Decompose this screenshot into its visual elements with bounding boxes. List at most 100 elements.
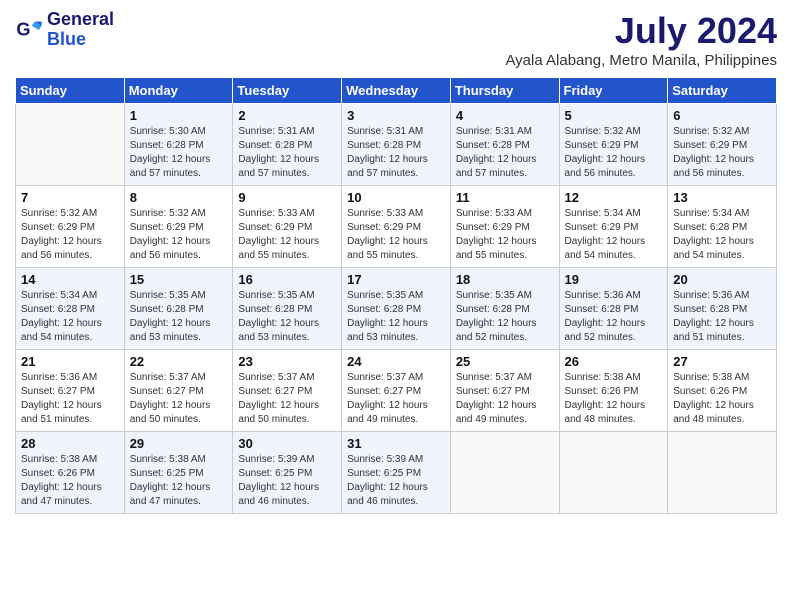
calendar-cell: 20 Sunrise: 5:36 AM Sunset: 6:28 PM Dayli… [668, 268, 777, 350]
calendar-cell: 30Sunrise: 5:39 AM Sunset: 6:25 PM Dayli… [233, 432, 342, 514]
calendar-cell: 3Sunrise: 5:31 AM Sunset: 6:28 PM Daylig… [342, 104, 451, 186]
day-info: Sunrise: 5:31 AM Sunset: 6:28 PM Dayligh… [238, 125, 336, 181]
day-info: Sunrise: 5:36 AM Sunset: 6:28 PM Dayligh… [673, 289, 771, 345]
day-info: Sunrise: 5:36 AM Sunset: 6:28 PM Dayligh… [565, 289, 663, 345]
calendar-cell: 22 Sunrise: 5:37 AM Sunset: 6:27 PM Dayli… [124, 350, 233, 432]
calendar-cell [450, 432, 559, 514]
calendar-cell: 12 Sunrise: 5:34 AM Sunset: 6:29 PM Dayli… [559, 186, 668, 268]
calendar-cell: 18 Sunrise: 5:35 AM Sunset: 6:28 PM Dayli… [450, 268, 559, 350]
page-header: G General Blue July 2024 Ayala Alabang, … [15, 10, 777, 69]
day-info: Sunrise: 5:35 AM Sunset: 6:28 PM Dayligh… [238, 289, 336, 345]
weekday-header: Saturday [668, 78, 777, 104]
day-info: Sunrise: 5:34 AM Sunset: 6:28 PM Dayligh… [673, 207, 771, 263]
day-number: 28 [21, 436, 119, 451]
weekday-header-row: SundayMondayTuesdayWednesdayThursdayFrid… [16, 78, 777, 104]
calendar-cell [668, 432, 777, 514]
calendar-cell: 7 Sunrise: 5:32 AM Sunset: 6:29 PM Daylig… [16, 186, 125, 268]
day-info: Sunrise: 5:38 AM Sunset: 6:26 PM Dayligh… [673, 371, 771, 427]
day-number: 12 [565, 190, 663, 205]
day-info: Sunrise: 5:34 AM Sunset: 6:29 PM Dayligh… [565, 207, 663, 263]
day-number: 9 [238, 190, 336, 205]
day-info: Sunrise: 5:35 AM Sunset: 6:28 PM Dayligh… [130, 289, 228, 345]
day-info: Sunrise: 5:31 AM Sunset: 6:28 PM Dayligh… [456, 125, 554, 181]
day-number: 7 [21, 190, 119, 205]
day-number: 18 [456, 272, 554, 287]
calendar-cell: 17 Sunrise: 5:35 AM Sunset: 6:28 PM Dayli… [342, 268, 451, 350]
day-number: 8 [130, 190, 228, 205]
day-number: 26 [565, 354, 663, 369]
day-info: Sunrise: 5:38 AM Sunset: 6:26 PM Dayligh… [565, 371, 663, 427]
location-title: Ayala Alabang, Metro Manila, Philippines [505, 52, 777, 69]
weekday-header: Friday [559, 78, 668, 104]
day-number: 10 [347, 190, 445, 205]
calendar-cell: 5 Sunrise: 5:32 AM Sunset: 6:29 PM Daylig… [559, 104, 668, 186]
calendar-cell: 31Sunrise: 5:39 AM Sunset: 6:25 PM Dayli… [342, 432, 451, 514]
month-title: July 2024 [505, 10, 777, 52]
calendar-cell: 14 Sunrise: 5:34 AM Sunset: 6:28 PM Dayli… [16, 268, 125, 350]
day-number: 20 [673, 272, 771, 287]
day-info: Sunrise: 5:33 AM Sunset: 6:29 PM Dayligh… [238, 207, 336, 263]
day-number: 6 [673, 108, 771, 123]
day-number: 29 [130, 436, 228, 451]
day-info: Sunrise: 5:33 AM Sunset: 6:29 PM Dayligh… [347, 207, 445, 263]
day-info: Sunrise: 5:33 AM Sunset: 6:29 PM Dayligh… [456, 207, 554, 263]
calendar-cell: 8 Sunrise: 5:32 AM Sunset: 6:29 PM Daylig… [124, 186, 233, 268]
calendar-cell: 28 Sunrise: 5:38 AM Sunset: 6:26 PM Dayli… [16, 432, 125, 514]
calendar-week-row: 7 Sunrise: 5:32 AM Sunset: 6:29 PM Daylig… [16, 186, 777, 268]
calendar-cell: 19Sunrise: 5:36 AM Sunset: 6:28 PM Dayli… [559, 268, 668, 350]
day-number: 15 [130, 272, 228, 287]
weekday-header: Tuesday [233, 78, 342, 104]
calendar-cell: 21Sunrise: 5:36 AM Sunset: 6:27 PM Dayli… [16, 350, 125, 432]
calendar-cell: 26 Sunrise: 5:38 AM Sunset: 6:26 PM Dayli… [559, 350, 668, 432]
calendar-table: SundayMondayTuesdayWednesdayThursdayFrid… [15, 77, 777, 514]
day-number: 11 [456, 190, 554, 205]
day-info: Sunrise: 5:32 AM Sunset: 6:29 PM Dayligh… [21, 207, 119, 263]
day-number: 24 [347, 354, 445, 369]
day-number: 27 [673, 354, 771, 369]
day-info: Sunrise: 5:38 AM Sunset: 6:26 PM Dayligh… [21, 453, 119, 509]
day-number: 16 [238, 272, 336, 287]
day-number: 14 [21, 272, 119, 287]
day-info: Sunrise: 5:39 AM Sunset: 6:25 PM Dayligh… [238, 453, 336, 509]
weekday-header: Wednesday [342, 78, 451, 104]
day-number: 17 [347, 272, 445, 287]
day-number: 5 [565, 108, 663, 123]
day-number: 23 [238, 354, 336, 369]
calendar-cell [16, 104, 125, 186]
day-number: 22 [130, 354, 228, 369]
calendar-week-row: 1Sunrise: 5:30 AM Sunset: 6:28 PM Daylig… [16, 104, 777, 186]
calendar-body: 1Sunrise: 5:30 AM Sunset: 6:28 PM Daylig… [16, 104, 777, 514]
day-info: Sunrise: 5:35 AM Sunset: 6:28 PM Dayligh… [347, 289, 445, 345]
day-info: Sunrise: 5:37 AM Sunset: 6:27 PM Dayligh… [347, 371, 445, 427]
day-info: Sunrise: 5:35 AM Sunset: 6:28 PM Dayligh… [456, 289, 554, 345]
calendar-week-row: 28 Sunrise: 5:38 AM Sunset: 6:26 PM Dayli… [16, 432, 777, 514]
day-info: Sunrise: 5:39 AM Sunset: 6:25 PM Dayligh… [347, 453, 445, 509]
day-info: Sunrise: 5:30 AM Sunset: 6:28 PM Dayligh… [130, 125, 228, 181]
day-info: Sunrise: 5:32 AM Sunset: 6:29 PM Dayligh… [130, 207, 228, 263]
day-number: 4 [456, 108, 554, 123]
calendar-cell: 6 Sunrise: 5:32 AM Sunset: 6:29 PM Daylig… [668, 104, 777, 186]
day-number: 13 [673, 190, 771, 205]
calendar-cell: 11 Sunrise: 5:33 AM Sunset: 6:29 PM Dayli… [450, 186, 559, 268]
logo-icon: G [15, 16, 43, 44]
day-info: Sunrise: 5:32 AM Sunset: 6:29 PM Dayligh… [673, 125, 771, 181]
day-info: Sunrise: 5:36 AM Sunset: 6:27 PM Dayligh… [21, 371, 119, 427]
logo-text: General Blue [47, 10, 114, 50]
day-info: Sunrise: 5:32 AM Sunset: 6:29 PM Dayligh… [565, 125, 663, 181]
calendar-week-row: 21Sunrise: 5:36 AM Sunset: 6:27 PM Dayli… [16, 350, 777, 432]
day-info: Sunrise: 5:37 AM Sunset: 6:27 PM Dayligh… [238, 371, 336, 427]
day-info: Sunrise: 5:38 AM Sunset: 6:25 PM Dayligh… [130, 453, 228, 509]
day-info: Sunrise: 5:31 AM Sunset: 6:28 PM Dayligh… [347, 125, 445, 181]
calendar-cell: 24 Sunrise: 5:37 AM Sunset: 6:27 PM Dayli… [342, 350, 451, 432]
logo-line2: Blue [47, 30, 114, 50]
calendar-cell: 25Sunrise: 5:37 AM Sunset: 6:27 PM Dayli… [450, 350, 559, 432]
weekday-header: Monday [124, 78, 233, 104]
calendar-cell: 9 Sunrise: 5:33 AM Sunset: 6:29 PM Daylig… [233, 186, 342, 268]
calendar-cell: 10 Sunrise: 5:33 AM Sunset: 6:29 PM Dayli… [342, 186, 451, 268]
day-number: 2 [238, 108, 336, 123]
calendar-cell: 15 Sunrise: 5:35 AM Sunset: 6:28 PM Dayli… [124, 268, 233, 350]
calendar-cell: 29 Sunrise: 5:38 AM Sunset: 6:25 PM Dayli… [124, 432, 233, 514]
day-info: Sunrise: 5:37 AM Sunset: 6:27 PM Dayligh… [130, 371, 228, 427]
day-info: Sunrise: 5:34 AM Sunset: 6:28 PM Dayligh… [21, 289, 119, 345]
day-number: 25 [456, 354, 554, 369]
